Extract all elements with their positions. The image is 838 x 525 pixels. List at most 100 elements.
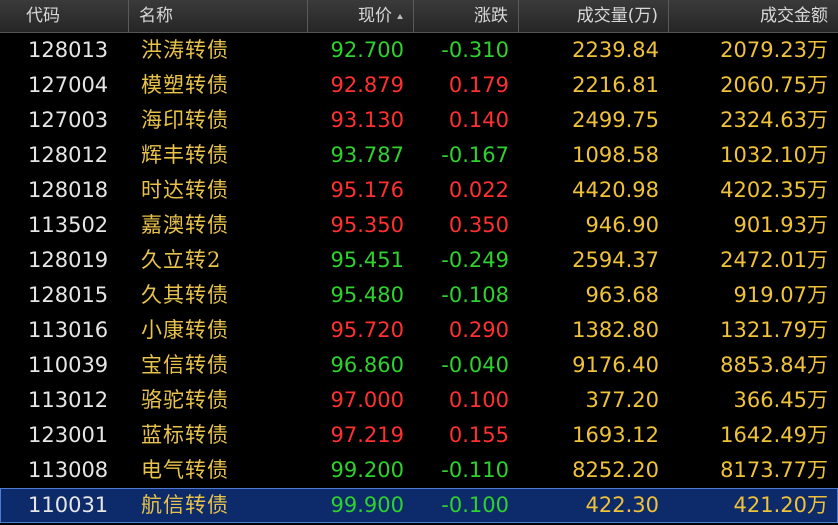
amount-value: 8853.84	[720, 353, 807, 377]
table-row[interactable]: 110039 宝信转债 96.860 -0.040 9176.40 8853.84万	[0, 348, 838, 383]
amount-value: 2079.23	[720, 38, 807, 62]
cell-name: 洪涛转债	[141, 38, 229, 62]
cell-volume: 2239.84	[572, 38, 659, 62]
header-name[interactable]: 名称	[129, 0, 308, 32]
cell-volume: 2216.81	[572, 73, 659, 97]
amount-value: 366.45	[733, 388, 807, 412]
cell-code: 127004	[28, 73, 109, 97]
cell-amount: 8853.84万	[669, 348, 838, 383]
table-row[interactable]: 127004 模塑转债 92.879 0.179 2216.81 2060.75万	[0, 68, 838, 103]
table-row[interactable]: 113016 小康转债 95.720 0.290 1382.80 1321.79万	[0, 313, 838, 348]
cell-amount: 2472.01万	[669, 243, 838, 278]
amount-unit: 万	[807, 388, 828, 412]
cell-change: -0.040	[441, 353, 509, 377]
table-row[interactable]: 128013 洪涛转债 92.700 -0.310 2239.84 2079.23万	[0, 33, 838, 68]
table-row[interactable]: 128019 久立转2 95.451 -0.249 2594.37 2472.01万	[0, 243, 838, 278]
amount-unit: 万	[807, 248, 828, 272]
cell-price: 92.879	[330, 73, 404, 97]
sort-ascending-icon	[397, 13, 403, 19]
header-code[interactable]: 代码	[0, 0, 129, 32]
table-row[interactable]: 123001 蓝标转债 97.219 0.155 1693.12 1642.49万	[0, 418, 838, 453]
header-price-label: 现价	[358, 6, 392, 26]
cell-price: 96.860	[330, 353, 404, 377]
cell-amount: 1321.79万	[669, 313, 838, 348]
cell-name: 时达转债	[141, 178, 229, 202]
amount-value: 1032.10	[720, 143, 807, 167]
cell-change: 0.022	[448, 178, 509, 202]
amount-unit: 万	[807, 423, 828, 447]
cell-code: 128019	[28, 248, 109, 272]
amount-value: 901.93	[733, 213, 807, 237]
cell-name: 久其转债	[141, 283, 229, 307]
cell-amount: 1642.49万	[669, 418, 838, 453]
header-change[interactable]: 涨跌	[414, 0, 519, 32]
table-row[interactable]: 128015 久其转债 95.480 -0.108 963.68 919.07万	[0, 278, 838, 313]
amount-unit: 万	[807, 213, 828, 237]
amount-unit: 万	[807, 73, 828, 97]
cell-code: 127003	[28, 108, 109, 132]
cell-price: 95.350	[330, 213, 404, 237]
cell-name: 小康转债	[141, 318, 229, 342]
cell-name: 久立转2	[141, 248, 222, 272]
amount-value: 4202.35	[720, 178, 807, 202]
header-volume[interactable]: 成交量(万)	[519, 0, 669, 32]
cell-price: 93.130	[330, 108, 404, 132]
cell-change: -0.249	[441, 248, 509, 272]
cell-code: 123001	[28, 423, 109, 447]
cell-change: -0.167	[441, 143, 509, 167]
cell-code: 110031	[28, 493, 109, 517]
cell-amount: 2324.63万	[669, 103, 838, 138]
cell-change: -0.310	[441, 38, 509, 62]
header-amount[interactable]: 成交金额	[669, 0, 838, 32]
table-row[interactable]: 110031 航信转债 99.900 -0.100 422.30 421.20万	[0, 488, 838, 523]
amount-value: 421.20	[733, 493, 807, 517]
cell-change: -0.100	[441, 493, 509, 517]
amount-value: 8173.77	[720, 458, 807, 482]
cell-price: 95.451	[330, 248, 404, 272]
amount-value: 1642.49	[720, 423, 807, 447]
amount-unit: 万	[807, 143, 828, 167]
amount-unit: 万	[807, 38, 828, 62]
amount-value: 2324.63	[720, 108, 807, 132]
amount-unit: 万	[807, 318, 828, 342]
cell-name: 电气转债	[141, 458, 229, 482]
cell-volume: 1098.58	[572, 143, 659, 167]
cell-amount: 8173.77万	[669, 453, 838, 488]
quote-table: 代码 名称 现价 涨跌 成交量(万) 成交金额 128013 洪涛转债 92.700…	[0, 0, 838, 525]
table-row[interactable]: 127003 海印转债 93.130 0.140 2499.75 2324.63万	[0, 103, 838, 138]
cell-name: 宝信转债	[141, 353, 229, 377]
cell-amount: 901.93万	[669, 208, 838, 243]
table-row[interactable]: 113008 电气转债 99.200 -0.110 8252.20 8173.77万	[0, 453, 838, 488]
cell-price: 93.787	[330, 143, 404, 167]
cell-change: 0.140	[448, 108, 509, 132]
header-price[interactable]: 现价	[308, 0, 414, 32]
cell-volume: 963.68	[585, 283, 659, 307]
cell-name: 骆驼转债	[141, 388, 229, 412]
cell-volume: 2594.37	[572, 248, 659, 272]
cell-code: 128013	[28, 38, 109, 62]
amount-value: 2472.01	[720, 248, 807, 272]
cell-code: 110039	[28, 353, 109, 377]
cell-volume: 4420.98	[572, 178, 659, 202]
cell-code: 128018	[28, 178, 109, 202]
cell-volume: 377.20	[585, 388, 659, 412]
table-row[interactable]: 113502 嘉澳转债 95.350 0.350 946.90 901.93万	[0, 208, 838, 243]
cell-name: 蓝标转债	[141, 423, 229, 447]
amount-unit: 万	[807, 108, 828, 132]
cell-volume: 2499.75	[572, 108, 659, 132]
cell-name: 海印转债	[141, 108, 229, 132]
cell-price: 97.000	[330, 388, 404, 412]
table-row[interactable]: 113012 骆驼转债 97.000 0.100 377.20 366.45万	[0, 383, 838, 418]
amount-unit: 万	[807, 458, 828, 482]
cell-amount: 2079.23万	[669, 33, 838, 68]
cell-price: 95.176	[330, 178, 404, 202]
table-row[interactable]: 128012 辉丰转债 93.787 -0.167 1098.58 1032.10万	[0, 138, 838, 173]
cell-name: 嘉澳转债	[141, 213, 229, 237]
cell-volume: 422.30	[585, 493, 659, 517]
cell-price: 97.219	[330, 423, 404, 447]
table-row[interactable]: 128018 时达转债 95.176 0.022 4420.98 4202.35万	[0, 173, 838, 208]
amount-value: 1321.79	[720, 318, 807, 342]
cell-code: 113502	[28, 213, 109, 237]
cell-amount: 1032.10万	[669, 138, 838, 173]
cell-price: 92.700	[330, 38, 404, 62]
